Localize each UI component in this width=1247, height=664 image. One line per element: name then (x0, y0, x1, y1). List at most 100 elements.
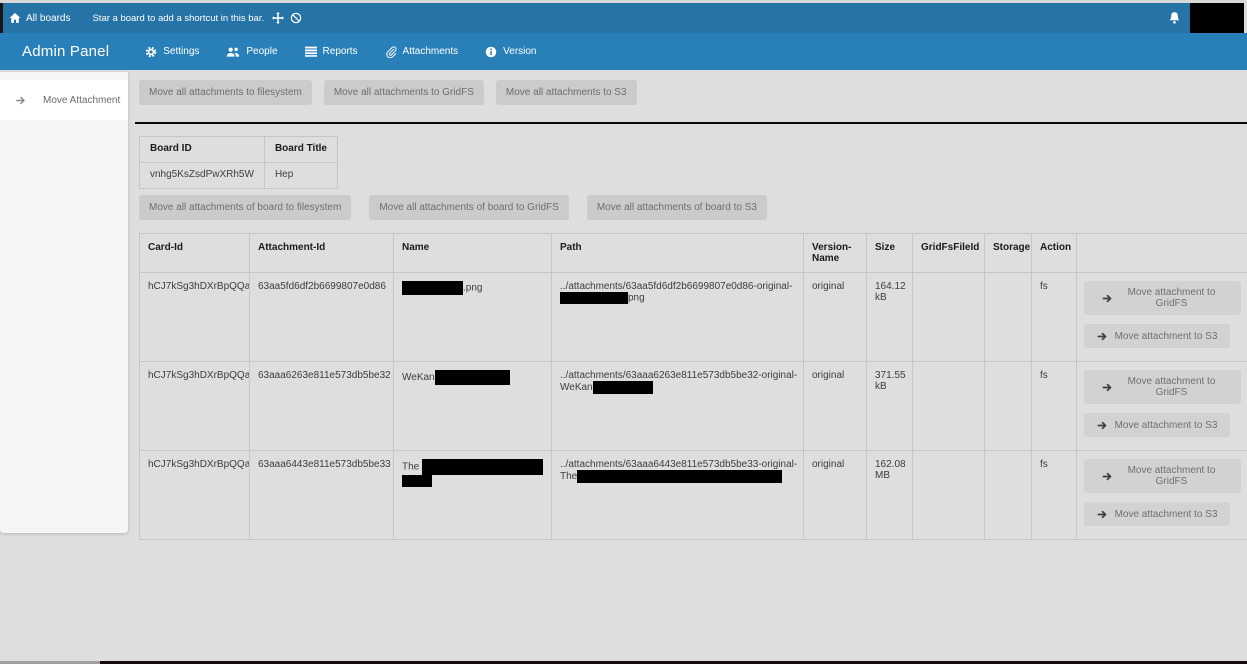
attachment-row: hCJ7kSg3hDXrBpQQa 63aaa6443e811e573db5be… (140, 451, 1247, 540)
name-cell: The (394, 451, 552, 540)
row-actions-cell: Move attachment to GridFS Move attachmen… (1077, 362, 1247, 451)
arrow-right-icon (1097, 331, 1108, 342)
size-cell: 162.08 MB (867, 451, 913, 540)
list-icon (305, 46, 317, 57)
size-cell: 164.12 kB (867, 273, 913, 362)
board-title-cell: Hep (264, 163, 337, 189)
ban-icon[interactable] (290, 12, 302, 24)
action-cell: fs (1032, 273, 1077, 362)
board-id-cell: vnhg5KsZsdPwXRh5W (140, 163, 265, 189)
nav-label: Settings (163, 46, 199, 57)
admin-sidebar: Move Attachment (0, 72, 128, 533)
storage-cell (985, 362, 1032, 451)
name-cell: .png (394, 273, 552, 362)
nav-label: Attachments (403, 46, 459, 57)
move-attachment-to-gridfs-button[interactable]: Move attachment to GridFS (1084, 281, 1241, 315)
attachment-id-cell: 63aaa6443e811e573db5be33 (250, 451, 394, 540)
move-board-to-filesystem-button[interactable]: Move all attachments of board to filesys… (139, 195, 351, 220)
move-attachment-to-gridfs-button[interactable]: Move attachment to GridFS (1084, 370, 1241, 404)
move-handle-icon[interactable] (272, 12, 284, 24)
name-header: Name (394, 234, 552, 273)
attachment-row: hCJ7kSg3hDXrBpQQa 63aaa6263e811e573db5be… (140, 362, 1247, 451)
move-attachments-panel: Move all attachments to filesystem Move … (135, 70, 1247, 540)
attachment-id-cell: 63aa5fd6df2b6699807e0d86 (250, 273, 394, 362)
attachments-table: Card-Id Attachment-Id Name Path Version-… (139, 233, 1247, 540)
paperclip-icon (385, 46, 397, 58)
nav-item-version[interactable]: Version (485, 46, 536, 58)
storage-cell (985, 451, 1032, 540)
nav-item-settings[interactable]: Settings (145, 46, 199, 58)
notifications-bell-icon[interactable] (1168, 11, 1181, 25)
arrow-right-icon (1097, 509, 1108, 520)
row-actions-cell: Move attachment to GridFS Move attachmen… (1077, 451, 1247, 540)
global-move-buttons: Move all attachments to filesystem Move … (139, 80, 1247, 105)
info-icon (485, 46, 497, 58)
nav-item-attachments[interactable]: Attachments (385, 46, 459, 58)
board-id-header: Board ID (140, 137, 265, 163)
redacted-text (435, 370, 510, 385)
redacted-text (402, 281, 463, 295)
size-header: Size (867, 234, 913, 273)
version-name-cell: original (804, 273, 867, 362)
move-all-to-s3-button[interactable]: Move all attachments to S3 (496, 80, 637, 105)
nav-item-people[interactable]: People (226, 46, 277, 58)
board-table: Board ID Board Title vnhg5KsZsdPwXRh5W H… (139, 136, 338, 189)
action-header: Action (1032, 234, 1077, 273)
sidebar-item-move-attachment[interactable]: Move Attachment (0, 80, 128, 120)
arrow-right-icon (15, 95, 27, 106)
move-attachment-to-s3-button[interactable]: Move attachment to S3 (1084, 502, 1230, 526)
gridfs-file-id-cell (913, 273, 985, 362)
card-id-cell: hCJ7kSg3hDXrBpQQa (140, 362, 250, 451)
storage-header: Storage (985, 234, 1032, 273)
gridfs-file-id-header: GridFsFileId (913, 234, 985, 273)
move-attachment-to-s3-button[interactable]: Move attachment to S3 (1084, 413, 1230, 437)
all-boards-link[interactable]: All boards (9, 12, 70, 24)
attachment-id-cell: 63aaa6263e811e573db5be32 (250, 362, 394, 451)
move-attachment-to-gridfs-button[interactable]: Move attachment to GridFS (1084, 459, 1241, 493)
gridfs-file-id-cell (913, 362, 985, 451)
admin-navbar: Admin Panel Settings People Reports Atta… (0, 33, 1247, 70)
card-id-header: Card-Id (140, 234, 250, 273)
arrow-right-icon (1097, 420, 1108, 431)
arrow-right-icon (1102, 293, 1113, 304)
storage-cell (985, 273, 1032, 362)
home-icon (9, 12, 21, 24)
move-all-to-filesystem-button[interactable]: Move all attachments to filesystem (139, 80, 312, 105)
top-navbar: All boards Star a board to add a shortcu… (0, 3, 1247, 33)
arrow-right-icon (1102, 382, 1113, 393)
nav-label: Reports (323, 46, 358, 57)
board-row: vnhg5KsZsdPwXRh5W Hep (140, 163, 338, 189)
version-name-header: Version-Name (804, 234, 867, 273)
sidebar-item-label: Move Attachment (43, 95, 120, 106)
card-id-cell: hCJ7kSg3hDXrBpQQa (140, 273, 250, 362)
move-board-to-gridfs-button[interactable]: Move all attachments of board to GridFS (369, 195, 569, 220)
admin-nav: Settings People Reports Attachments Vers… (145, 46, 536, 58)
card-id-cell: hCJ7kSg3hDXrBpQQa (140, 451, 250, 540)
move-board-to-s3-button[interactable]: Move all attachments of board to S3 (587, 195, 767, 220)
page-title: Admin Panel (22, 43, 109, 60)
divider (135, 122, 1247, 124)
nav-label: People (246, 46, 277, 57)
gridfs-file-id-cell (913, 451, 985, 540)
attachment-row: hCJ7kSg3hDXrBpQQa 63aa5fd6df2b6699807e0d… (140, 273, 1247, 362)
board-move-buttons: Move all attachments of board to filesys… (139, 195, 1247, 220)
redacted-text (422, 459, 543, 475)
nav-item-reports[interactable]: Reports (305, 46, 358, 57)
action-cell: fs (1032, 451, 1077, 540)
move-all-to-gridfs-button[interactable]: Move all attachments to GridFS (324, 80, 484, 105)
action-cell: fs (1032, 362, 1077, 451)
version-name-cell: original (804, 362, 867, 451)
redacted-text (593, 381, 653, 394)
move-attachment-to-s3-button[interactable]: Move attachment to S3 (1084, 324, 1230, 348)
arrow-right-icon (1102, 471, 1113, 482)
all-boards-label: All boards (26, 13, 70, 24)
user-menu-redacted[interactable] (1190, 3, 1244, 33)
path-cell: ../attachments/63aa5fd6df2b6699807e0d86-… (552, 273, 804, 362)
users-icon (226, 46, 240, 58)
redacted-text (560, 292, 628, 304)
size-cell: 371.55 kB (867, 362, 913, 451)
star-board-hint: Star a board to add a shortcut in this b… (92, 13, 264, 24)
attachments-header-row: Card-Id Attachment-Id Name Path Version-… (140, 234, 1247, 273)
redacted-text (402, 475, 432, 487)
redacted-text (577, 470, 782, 483)
